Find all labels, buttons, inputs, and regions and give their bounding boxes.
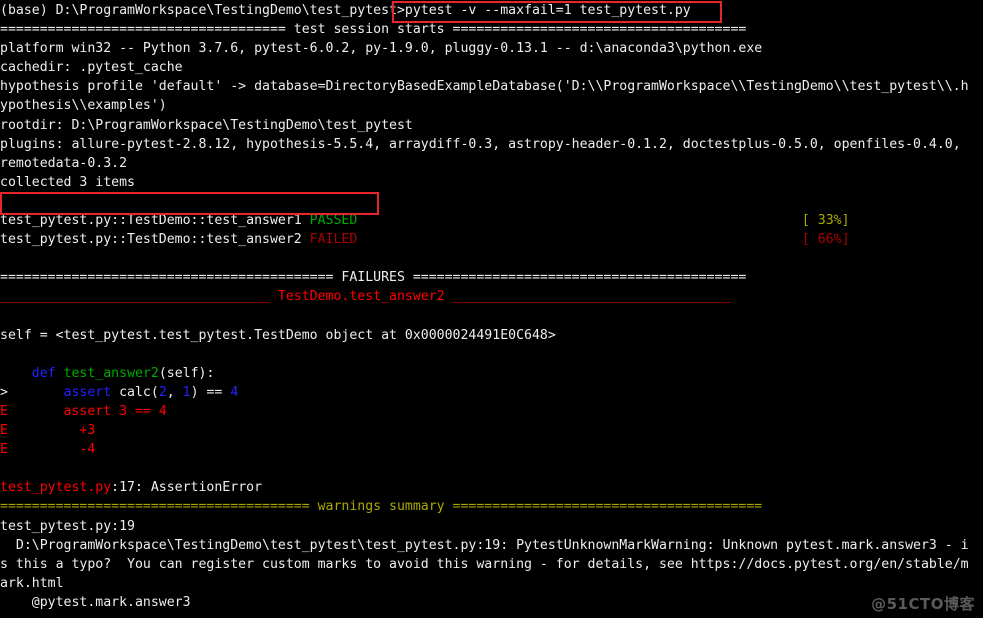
text-span: plugins: allure-pytest-2.8.12, hypothesi… — [0, 136, 961, 152]
text-span: -4 — [7, 442, 96, 458]
text-span: ark.html — [0, 575, 64, 591]
text-span: [ 66%] — [801, 232, 850, 248]
text-span: E — [0, 423, 8, 439]
warning-detail-line-2: s this a typo? You can register custom m… — [0, 555, 983, 574]
warning-detail-line-1: D:\ProgramWorkspace\TestingDemo\test_pyt… — [0, 536, 983, 555]
blank-4 — [0, 345, 983, 364]
terminal-window[interactable]: (base) D:\ProgramWorkspace\TestingDemo\t… — [0, 0, 983, 618]
text-span: ___________________________________ — [444, 289, 731, 305]
warning-detail-line-3: ark.html — [0, 574, 983, 593]
text-span — [357, 213, 802, 228]
terminal-output: (base) D:\ProgramWorkspace\TestingDemo\t… — [0, 1, 983, 618]
rootdir-line: rootdir: D:\ProgramWorkspace\TestingDemo… — [0, 116, 983, 135]
text-span: (base) D:\ProgramWorkspace\TestingDemo\t… — [0, 3, 691, 18]
self-repr-line: self = <test_pytest.test_pytest.TestDemo… — [0, 326, 983, 345]
blank-2 — [0, 249, 983, 268]
session-starts-banner: ==================================== tes… — [0, 20, 983, 39]
text-span — [357, 232, 802, 247]
text-span: , — [166, 384, 183, 400]
text-span: rootdir: D:\ProgramWorkspace\TestingDemo… — [0, 117, 413, 133]
code-assert-line: > assert calc(2, 1) == 4 — [0, 383, 983, 402]
hypothesis-profile-line-2: ypothesis\\examples') — [0, 96, 983, 115]
text-span: calc( — [111, 384, 159, 400]
prompt-line: (base) D:\ProgramWorkspace\TestingDemo\t… — [0, 1, 983, 20]
warnings-summary-banner: ======================================= … — [0, 497, 983, 516]
text-span: ==================================== tes… — [0, 22, 747, 38]
plugins-line-2: remotedata-0.3.2 — [0, 154, 983, 173]
text-span: test_pytest.py:19 — [0, 518, 135, 534]
text-span: hypothesis profile 'default' -> database… — [0, 79, 969, 95]
text-span — [0, 366, 32, 381]
text-span: E — [0, 442, 8, 458]
hypothesis-profile-line-1: hypothesis profile 'default' -> database… — [0, 77, 983, 96]
text-span: +3 — [7, 423, 96, 439]
text-span: test_pytest.py — [0, 480, 112, 496]
failure-header-testdemo-answer2: __________________________________ TestD… — [0, 287, 983, 306]
code-def-line: def test_answer2(self): — [0, 364, 983, 383]
text-span: def — [31, 365, 56, 381]
plugins-line-1: plugins: allure-pytest-2.8.12, hypothesi… — [0, 135, 983, 154]
text-span: assert — [63, 384, 112, 400]
text-span: ): — [198, 365, 215, 381]
text-span: ( — [158, 365, 167, 381]
platform-line: platform win32 -- Python 3.7.6, pytest-6… — [0, 39, 983, 58]
text-span: platform win32 -- Python 3.7.6, pytest-6… — [0, 41, 763, 57]
text-span: collected 3 items — [0, 174, 135, 190]
text-span: self = <test_pytest.test_pytest.TestDemo… — [0, 327, 556, 343]
text-span: ======================================= … — [0, 499, 763, 515]
error-plus-line: E +3 — [0, 421, 983, 440]
blank-3 — [0, 307, 983, 326]
assertion-error-location: test_pytest.py:17: AssertionError — [0, 478, 983, 497]
collected-items-line: collected 3 items — [0, 173, 983, 192]
text-span: assert 3 == 4 — [7, 403, 167, 419]
text-span: self — [166, 365, 199, 381]
text-span: test_answer2 — [63, 365, 159, 381]
text-span: FAILED — [309, 232, 358, 248]
text-span: TestDemo.test_answer2 — [277, 289, 445, 305]
error-minus-line: E -4 — [0, 440, 983, 459]
text-span: @pytest.mark.answer3 — [0, 594, 191, 610]
text-span — [56, 366, 64, 381]
text-span: [ 33%] — [801, 213, 850, 229]
blank-1 — [0, 192, 983, 211]
text-span: :17: AssertionError — [111, 480, 263, 496]
text-span: 2 — [158, 384, 167, 400]
text-span: E — [0, 403, 8, 419]
text-span: __________________________________ — [0, 289, 278, 305]
text-span: PASSED — [309, 213, 358, 229]
text-span: ========================================… — [0, 270, 747, 286]
warning-mark-line: @pytest.mark.answer3 — [0, 593, 983, 612]
blank-5 — [0, 459, 983, 478]
text-span: D:\ProgramWorkspace\TestingDemo\test_pyt… — [0, 537, 969, 553]
text-span: test_pytest.py::TestDemo::test_answer1 — [0, 213, 310, 229]
text-span — [8, 385, 64, 400]
text-span: ) == — [190, 384, 231, 400]
cachedir-line: cachedir: .pytest_cache — [0, 58, 983, 77]
text-span: remotedata-0.3.2 — [0, 155, 128, 171]
text-span: s this a typo? You can register custom m… — [0, 556, 969, 572]
text-span: > — [0, 384, 8, 400]
text-span: cachedir: .pytest_cache — [0, 60, 183, 76]
text-span: ypothesis\\examples') — [0, 98, 167, 114]
text-span: 4 — [230, 384, 239, 400]
warning-file-line: test_pytest.py:19 — [0, 517, 983, 536]
test-answer2-result: test_pytest.py::TestDemo::test_answer2 F… — [0, 230, 983, 249]
text-span: test_pytest.py::TestDemo::test_answer2 — [0, 232, 310, 248]
error-assert-line: E assert 3 == 4 — [0, 402, 983, 421]
text-span: 1 — [182, 384, 191, 400]
failures-banner: ========================================… — [0, 268, 983, 287]
test-answer1-result: test_pytest.py::TestDemo::test_answer1 P… — [0, 211, 983, 230]
blank-6 — [0, 612, 983, 618]
